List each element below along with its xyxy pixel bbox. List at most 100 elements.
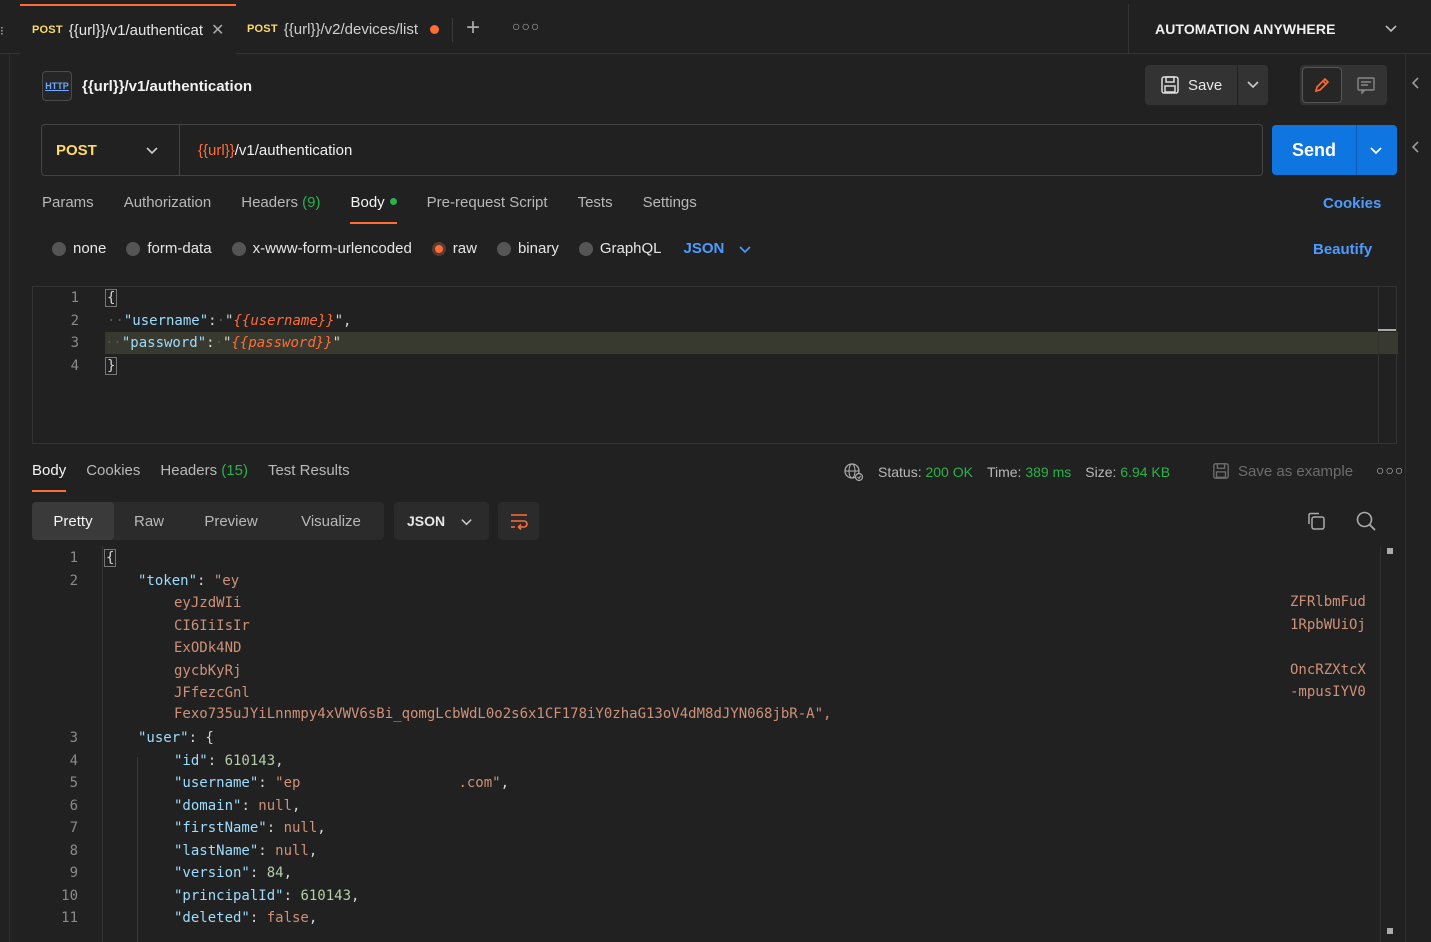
method-value: POST [56, 141, 97, 159]
tab-tests[interactable]: Tests [578, 194, 613, 224]
code-line: 9 "version": 84, [32, 862, 292, 884]
beautify-link[interactable]: Beautify [1313, 241, 1372, 258]
format-value: JSON [407, 513, 446, 529]
json-key: "token" [138, 573, 198, 589]
response-format-select[interactable]: JSON [394, 502, 489, 540]
tab-devices-list[interactable]: POST {{url}}/v2/devices/list [236, 4, 450, 54]
chevron-left-icon[interactable] [1410, 76, 1422, 90]
code-line-gutter: 3 [33, 332, 93, 354]
tab-overflow-icon[interactable]: ⁝ [0, 24, 4, 38]
line-number: 3 [69, 730, 78, 746]
comments-button[interactable] [1348, 67, 1384, 103]
template-variable: {{username}} [233, 313, 335, 329]
send-split [1356, 125, 1357, 175]
line-number: 2 [70, 313, 79, 329]
json-value: "ep [275, 775, 301, 791]
send-button[interactable]: Send [1272, 125, 1397, 175]
more-options-icon[interactable]: ○○○ [512, 18, 540, 34]
view-preview[interactable]: Preview [184, 502, 278, 540]
response-tab-cookies[interactable]: Cookies [86, 462, 140, 492]
brace: } [105, 357, 118, 375]
tab-body[interactable]: Body [350, 194, 397, 224]
code-line: 1 { [33, 287, 1378, 309]
cookies-link[interactable]: Cookies [1323, 195, 1381, 212]
token-last-line: Fexo735uJYiLnnmpy4xVWV6sBi_qomgLcbWdL0o2… [174, 706, 831, 724]
line-number: 3 [70, 335, 79, 351]
chevron-down-icon[interactable] [1246, 77, 1260, 91]
body-indicator [389, 198, 397, 205]
request-name[interactable]: {{url}}/v1/authentication [82, 78, 252, 95]
more-options-icon[interactable]: ○○○ [1376, 462, 1404, 478]
left-sidebar-edge [0, 54, 10, 942]
json-key: "user" [138, 730, 189, 746]
radio-graphql[interactable]: GraphQL [578, 240, 662, 257]
view-visualize[interactable]: Visualize [278, 502, 384, 540]
close-icon[interactable]: ✕ [211, 20, 224, 40]
size-label: Size: [1085, 464, 1117, 480]
url-input[interactable]: {{url}}/v1/authentication [198, 142, 352, 159]
response-tab-test-results[interactable]: Test Results [268, 462, 350, 492]
workspace-selector[interactable]: AUTOMATION ANYWHERE [1128, 4, 1418, 54]
token-fragment: Fexo735uJYiLnnmpy4xVWV6sBi_qomgLcbWdL0o2… [174, 706, 832, 722]
view-raw[interactable]: Raw [114, 502, 184, 540]
globe-network-icon[interactable] [843, 462, 865, 482]
tab-settings[interactable]: Settings [643, 194, 697, 224]
url-variable: {{url}} [198, 141, 235, 159]
template-variable: {{password}} [231, 335, 333, 351]
response-scrollbar[interactable] [1380, 546, 1396, 942]
copy-button[interactable] [1305, 510, 1327, 536]
search-button[interactable] [1355, 510, 1377, 536]
token-fragment: eyJzdWIi [174, 595, 242, 611]
radio-form-data[interactable]: form-data [126, 240, 212, 257]
radio-label: binary [517, 240, 559, 257]
code-line: eyJzdWIi [174, 592, 241, 614]
time-value: 389 ms [1025, 464, 1072, 480]
scroll-thumb[interactable] [1378, 329, 1396, 331]
radio-circle [231, 241, 246, 256]
chevron-down-icon[interactable] [1369, 143, 1383, 157]
radio-x-www-form-urlencoded[interactable]: x-www-form-urlencoded [231, 240, 412, 257]
tab-params[interactable]: Params [42, 194, 94, 224]
view-pretty[interactable]: Pretty [32, 502, 114, 540]
chevron-left-icon[interactable] [1410, 140, 1422, 154]
body-language-select[interactable]: JSON [684, 240, 753, 257]
save-button[interactable]: Save [1145, 65, 1268, 105]
tab-authentication[interactable]: POST {{url}}/v1/authenticat ✕ [20, 4, 236, 54]
radio-binary[interactable]: binary [496, 240, 559, 257]
status[interactable]: Status: 200 OK [878, 464, 973, 480]
code-line: 2 ··"username":·"{{username}}", [33, 310, 1378, 332]
line-number: 9 [69, 865, 78, 881]
editor-scrollbar[interactable] [1378, 287, 1396, 443]
size[interactable]: Size: 6.94 KB [1085, 464, 1170, 480]
radio-label: form-data [147, 240, 212, 257]
radio-label: x-www-form-urlencoded [252, 240, 412, 257]
response-tabs: Body Cookies Headers (15) Test Results [32, 462, 370, 492]
json-key: "domain" [174, 798, 242, 814]
tab-pre-request-script[interactable]: Pre-request Script [427, 194, 548, 224]
code-line: 2 "token": "ey [32, 570, 240, 592]
method-select[interactable]: POST [42, 125, 180, 175]
wrap-lines-button[interactable] [498, 502, 539, 540]
response-tab-headers[interactable]: Headers (15) [160, 462, 248, 492]
tab-headers[interactable]: Headers (9) [241, 194, 320, 224]
save-example-label: Save as example [1238, 462, 1354, 480]
save-as-example-button[interactable]: Save as example [1212, 462, 1353, 480]
edit-button[interactable] [1302, 67, 1342, 103]
code-line: 4 "id": 610143, [32, 750, 284, 772]
tab-authorization[interactable]: Authorization [124, 194, 212, 224]
wrap-lines-icon [510, 514, 528, 530]
view-label: Raw [133, 512, 164, 530]
radio-raw[interactable]: raw [431, 240, 477, 257]
radio-label: raw [452, 240, 477, 257]
code-line: 4 } [33, 355, 1378, 377]
response-tab-body[interactable]: Body [32, 462, 67, 492]
radio-none[interactable]: none [52, 240, 106, 257]
json-value: null [283, 820, 318, 836]
brace: { [104, 549, 117, 567]
language-value: JSON [683, 240, 725, 257]
response-body-editor[interactable]: 1 { 2 "token": "ey eyJzdWIi CI6IiIsIr Ex… [32, 546, 1397, 942]
time-label: Time: [986, 464, 1022, 480]
plus-icon[interactable]: + [466, 14, 480, 42]
time[interactable]: Time: 389 ms [987, 464, 1071, 480]
request-body-editor[interactable]: 1 { 2 ··"username":·"{{username}}", ··"p… [32, 286, 1398, 444]
